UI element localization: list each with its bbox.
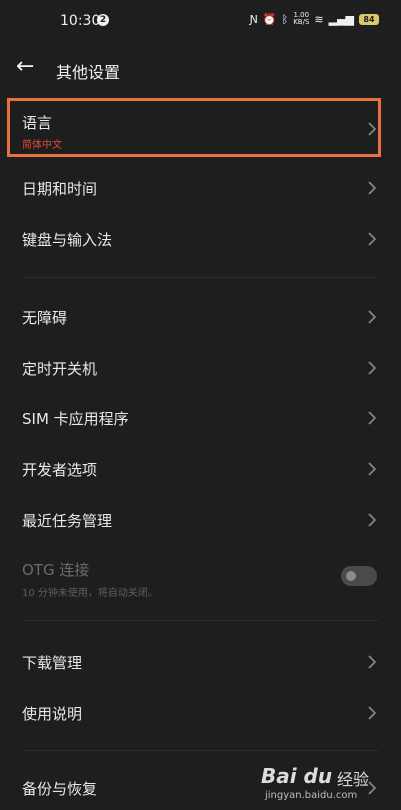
section-divider — [22, 277, 379, 278]
setting-downloads-label: 下载管理 — [22, 654, 83, 672]
setting-otg-sub: 10 分钟未使用，将自动关闭。 — [22, 588, 158, 599]
setting-keyboard[interactable]: 键盘与输入法 — [0, 219, 401, 259]
highlight-box — [7, 98, 381, 157]
setting-recent-tasks-label: 最近任务管理 — [22, 512, 113, 530]
setting-backup-label: 备份与恢复 — [22, 780, 98, 798]
setting-accessibility-label: 无障碍 — [22, 309, 68, 327]
setting-developer-label: 开发者选项 — [22, 461, 98, 479]
chevron-right-icon — [367, 231, 377, 247]
setting-developer[interactable]: 开发者选项 — [0, 449, 401, 489]
chevron-right-icon — [367, 309, 377, 325]
notification-badge: 2 — [97, 14, 109, 26]
status-time: 10:30 — [60, 13, 101, 29]
chevron-right-icon — [367, 654, 377, 670]
setting-sim-apps[interactable]: SIM 卡应用程序 — [0, 398, 401, 438]
chevron-right-icon — [367, 180, 377, 196]
toggle-knob — [346, 571, 356, 581]
setting-sim-apps-label: SIM 卡应用程序 — [22, 410, 129, 428]
setting-accessibility[interactable]: 无障碍 — [0, 297, 401, 337]
setting-recent-tasks[interactable]: 最近任务管理 — [0, 500, 401, 540]
setting-schedule-power[interactable]: 定时开关机 — [0, 348, 401, 388]
status-icons: Ɲ ⏰ ᛒ 1.00 KB/S ≋ ▂▄▆ 84 — [250, 12, 379, 26]
setting-keyboard-label: 键盘与输入法 — [22, 231, 113, 249]
chevron-right-icon — [367, 512, 377, 528]
page-title: 其他设置 — [56, 63, 121, 82]
nfc-icon: Ɲ — [249, 12, 258, 26]
chevron-right-icon — [367, 360, 377, 376]
watermark-brand: 经验 — [337, 770, 370, 789]
network-speed: 1.00 KB/S — [293, 11, 310, 26]
chevron-right-icon — [367, 461, 377, 477]
chevron-right-icon — [367, 410, 377, 426]
setting-datetime-label: 日期和时间 — [22, 180, 98, 198]
setting-otg-label: OTG 连接 — [22, 561, 90, 579]
chevron-right-icon — [367, 705, 377, 721]
back-arrow-icon[interactable]: ← — [16, 54, 42, 80]
watermark-logo: Bai du — [261, 764, 333, 788]
status-bar: 10:30 2 Ɲ ⏰ ᛒ 1.00 KB/S ≋ ▂▄▆ 84 — [0, 0, 401, 40]
bluetooth-icon: ᛒ — [281, 12, 289, 26]
setting-datetime[interactable]: 日期和时间 — [0, 168, 401, 208]
watermark-url: jingyan.baidu.com — [265, 790, 358, 801]
setting-manual-label: 使用说明 — [22, 705, 83, 723]
section-divider — [22, 620, 379, 621]
setting-schedule-power-label: 定时开关机 — [22, 360, 98, 378]
otg-toggle[interactable] — [341, 566, 377, 586]
setting-downloads[interactable]: 下载管理 — [0, 642, 401, 682]
setting-otg[interactable]: OTG 连接 10 分钟未使用，将自动关闭。 — [0, 553, 401, 599]
battery-icon: 84 — [359, 13, 379, 25]
alarm-icon: ⏰ — [262, 12, 277, 26]
section-divider — [22, 750, 379, 751]
page-header: ← 其他设置 — [0, 48, 401, 88]
setting-manual[interactable]: 使用说明 — [0, 693, 401, 733]
wifi-icon: ≋ — [314, 12, 324, 26]
signal-icon: ▂▄▆ — [328, 12, 354, 26]
baidu-watermark: Bai du 经验 jingyan.baidu.com — [261, 764, 391, 804]
